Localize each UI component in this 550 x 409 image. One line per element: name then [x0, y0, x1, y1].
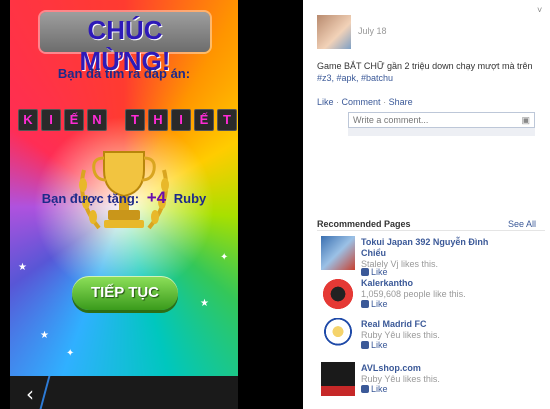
- see-all-link[interactable]: See All: [508, 219, 536, 229]
- like-link[interactable]: Like: [317, 97, 334, 107]
- page-thumbnail[interactable]: [321, 277, 355, 311]
- divider: [317, 230, 545, 231]
- share-link[interactable]: Share: [389, 97, 413, 107]
- like-button[interactable]: Like: [361, 267, 388, 277]
- post-date[interactable]: July 18: [358, 26, 387, 36]
- reward-prefix: Bạn được tặng:: [41, 191, 140, 206]
- page-likes: Ruby Yêu likes this.: [361, 330, 440, 340]
- star-icon: ✦: [66, 348, 75, 359]
- page-name[interactable]: AVLshop.com: [361, 363, 511, 374]
- page-likes: Ruby Yêu likes this.: [361, 374, 440, 384]
- reward-text: Bạn được tặng: +4 Ruby: [10, 188, 238, 208]
- page-name[interactable]: Kalerkantho: [361, 278, 511, 289]
- star-icon: ★: [200, 298, 209, 309]
- answer-tile: I: [171, 109, 191, 131]
- answer-tile: H: [148, 109, 168, 131]
- comment-footer: [348, 128, 535, 136]
- answer-tile: I: [41, 109, 61, 131]
- like-button[interactable]: Like: [361, 299, 388, 309]
- recommended-pages-heading: Recommended Pages: [317, 219, 411, 229]
- page-likes: 1,059,608 people like this.: [361, 289, 466, 299]
- page-thumbnail[interactable]: [321, 318, 355, 352]
- camera-icon[interactable]: ▣: [521, 115, 530, 126]
- thumbs-up-icon: [361, 385, 369, 393]
- game-screen: ★ ★ ★ ✦ ✦ CHÚC MỪNG! Bạn đã tìm ra đáp á…: [10, 0, 238, 376]
- answer-tile: T: [217, 109, 237, 131]
- page-thumbnail[interactable]: [321, 362, 355, 396]
- answer-tile: N: [87, 109, 107, 131]
- comment-placeholder: Write a comment...: [353, 115, 429, 125]
- reward-amount: +4: [146, 188, 167, 207]
- continue-button[interactable]: TIẾP TỤC: [72, 276, 178, 310]
- answer-tile: K: [18, 109, 38, 131]
- answer-tile: Ế: [64, 109, 84, 131]
- page-thumbnail[interactable]: [321, 236, 355, 270]
- answer-found-label: Bạn đã tìm ra đáp án:: [57, 66, 191, 81]
- thumbs-up-icon: [361, 268, 369, 276]
- comment-input[interactable]: Write a comment... ▣: [348, 112, 535, 128]
- recommended-page-item: Kalerkantho 1,059,608 people like this. …: [321, 277, 549, 315]
- thumbs-up-icon: [361, 341, 369, 349]
- post-hashtags[interactable]: #z3, #apk, #batchu: [317, 73, 393, 83]
- answer-tile: T: [125, 109, 145, 131]
- reward-unit: Ruby: [173, 191, 207, 206]
- recommended-page-item: Real Madrid FC Ruby Yêu likes this. Like: [321, 318, 549, 356]
- answer-tile: Ế: [194, 109, 214, 131]
- post-actions: Like · Comment · Share: [317, 97, 413, 107]
- game-screenshot: ★ ★ ★ ✦ ✦ CHÚC MỪNG! Bạn đã tìm ra đáp á…: [0, 0, 303, 409]
- star-icon: ★: [18, 262, 27, 273]
- star-icon: ★: [40, 330, 49, 341]
- like-button[interactable]: Like: [361, 384, 388, 394]
- back-arrow-icon[interactable]: ‹: [26, 382, 34, 406]
- chevron-down-icon[interactable]: ˅: [537, 5, 542, 15]
- page-name[interactable]: Real Madrid FC: [361, 319, 511, 330]
- like-button[interactable]: Like: [361, 340, 388, 350]
- recommended-page-item: AVLshop.com Ruby Yêu likes this. Like: [321, 362, 549, 400]
- comment-link[interactable]: Comment: [342, 97, 381, 107]
- post-body: Game BẮT CHỮ gần 2 triệu down chạy mượt …: [317, 61, 533, 71]
- facebook-panel: July 18 ˅ Game BẮT CHỮ gần 2 triệu down …: [303, 0, 550, 409]
- recommended-page-item: Tokui Japan 392 Nguyễn Đình Chiểu Stalel…: [321, 236, 549, 277]
- thumbs-up-icon: [361, 300, 369, 308]
- star-icon: ✦: [220, 252, 229, 263]
- page-name[interactable]: Tokui Japan 392 Nguyễn Đình Chiểu: [361, 237, 511, 259]
- avatar[interactable]: [317, 15, 351, 49]
- post-text: Game BẮT CHỮ gần 2 triệu down chạy mượt …: [317, 60, 545, 84]
